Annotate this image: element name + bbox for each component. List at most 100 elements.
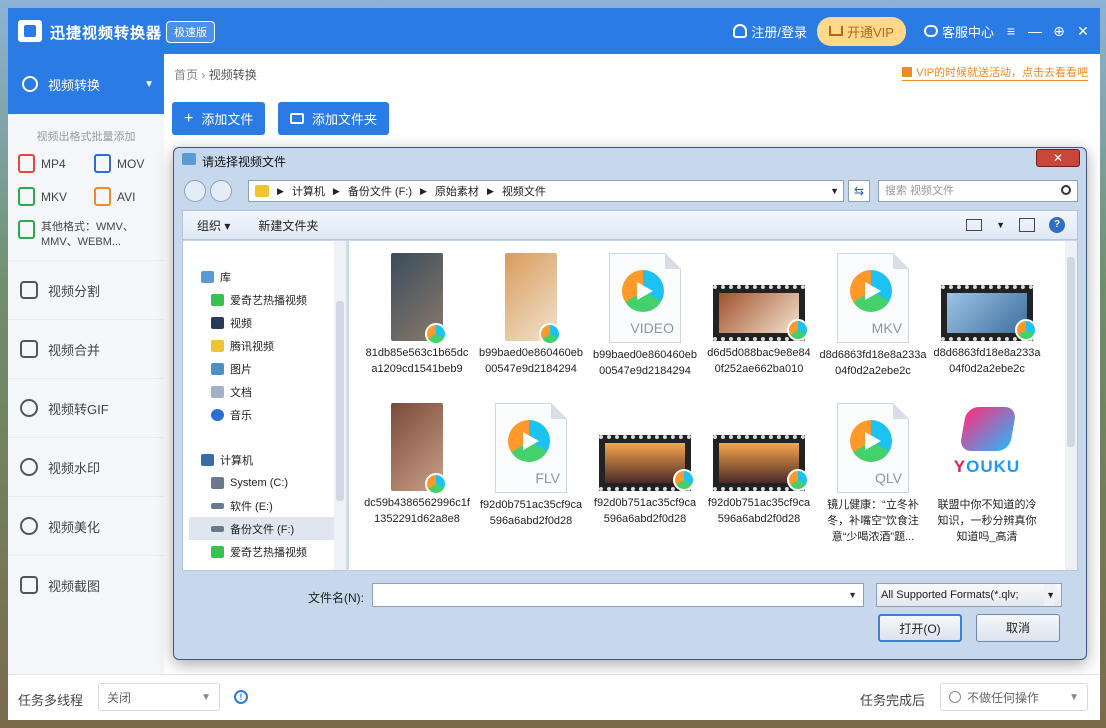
info-icon[interactable]: ! xyxy=(234,690,248,704)
tree-item[interactable]: 音乐 xyxy=(201,403,339,426)
format-other[interactable]: 其他格式：WMV、MMV、WEBM... xyxy=(8,206,164,260)
maximize-icon[interactable]: ⊕ xyxy=(1052,23,1066,40)
path-segment[interactable]: 备份文件 (F:) xyxy=(348,183,412,199)
tree-label: 音乐 xyxy=(230,409,252,422)
file-name: f92d0b751ac35cf9ca596a6abd2f0d28 xyxy=(707,497,811,525)
tree-library[interactable]: 库 xyxy=(201,265,339,288)
file-item[interactable]: d6d5d088bac9e8e840f252ae662ba010 xyxy=(705,253,813,377)
forward-button[interactable] xyxy=(210,180,232,202)
login-link[interactable]: 注册/登录 xyxy=(733,22,807,41)
view-mode-icon[interactable] xyxy=(966,219,983,231)
file-name: f92d0b751ac35cf9ca596a6abd2f0d28 xyxy=(479,499,583,527)
crown-icon xyxy=(829,26,844,36)
avi-icon xyxy=(94,187,111,206)
file-name: 镜儿健康：“立冬补冬，补嘴空”饮食注意“少喝浓酒”题... xyxy=(827,499,919,543)
tree-computer[interactable]: 计算机 xyxy=(201,448,339,471)
tree-label: 视频 xyxy=(230,317,252,330)
sidebar-item-label: 视频分割 xyxy=(48,283,101,299)
beautify-icon xyxy=(20,517,38,535)
tree-item[interactable]: 图片 xyxy=(201,357,339,380)
path-segment[interactable]: 原始素材 xyxy=(435,183,479,199)
file-item[interactable]: f92d0b751ac35cf9ca596a6abd2f0d28 xyxy=(705,403,813,527)
back-button[interactable] xyxy=(184,180,206,202)
tree-item[interactable]: 爱奇艺热播视频 xyxy=(201,288,339,311)
minimize-icon[interactable]: — xyxy=(1028,23,1042,39)
filename-input[interactable]: ▼ xyxy=(372,583,864,607)
file-item[interactable]: b99baed0e860460eb00547e9d2184294 xyxy=(477,253,585,377)
tree-label: 文档 xyxy=(230,386,252,399)
sidebar-item-merge[interactable]: 视频合并 xyxy=(8,319,164,378)
refresh-button[interactable]: ⇆ xyxy=(848,180,870,202)
path-segment[interactable]: 视频文件 xyxy=(502,183,546,199)
computer-icon xyxy=(201,453,214,466)
chevron-down-icon[interactable]: ▼ xyxy=(848,590,857,600)
file-list-scrollbar[interactable] xyxy=(1065,241,1077,570)
file-item[interactable]: dc59b4386562996c1f1352291d62a8e8 xyxy=(363,403,471,527)
file-item[interactable]: 81db85e563c1b65dca1209cd1541beb9 xyxy=(363,253,471,377)
tree-item[interactable]: 软件 (E:) xyxy=(201,494,339,517)
dialog-toolbar: 组织 ▾ 新建文件夹 ▼ ? xyxy=(182,210,1078,240)
tree-item[interactable]: 文档 xyxy=(201,380,339,403)
file-name: 联盟中你不知道的冷知识，一秒分辨真你知道吗_高清 xyxy=(937,499,1037,543)
sidebar-item-split[interactable]: 视频分割 xyxy=(8,260,164,319)
sidebar-item-beautify[interactable]: 视频美化 xyxy=(8,496,164,555)
file-item[interactable]: FLV f92d0b751ac35cf9ca596a6abd2f0d28 xyxy=(477,403,585,529)
sidebar-item-video-convert[interactable]: 视频转换 ▼ xyxy=(8,54,164,114)
new-folder-button[interactable]: 新建文件夹 xyxy=(258,217,318,234)
path-segment[interactable]: 计算机 xyxy=(292,183,325,199)
menu-icon[interactable]: ≡ xyxy=(1004,23,1018,39)
close-icon[interactable]: ✕ xyxy=(1076,23,1090,40)
sidebar-item-watermark[interactable]: 视频水印 xyxy=(8,437,164,496)
file-item[interactable]: YOUKU 联盟中你不知道的冷知识，一秒分辨真你知道吗_高清 xyxy=(933,403,1041,545)
preview-pane-icon[interactable] xyxy=(1019,218,1035,232)
player-badge-icon xyxy=(539,323,561,345)
open-button[interactable]: 打开(O) xyxy=(878,614,962,642)
add-file-button[interactable]: + 添加文件 xyxy=(172,102,266,135)
format-mp4[interactable]: MP4 xyxy=(18,154,94,173)
after-complete-value: 不做任何操作 xyxy=(967,690,1040,705)
tree-item[interactable]: 爱奇艺热播视频 xyxy=(201,540,339,563)
tree-item[interactable]: System (C:) xyxy=(201,471,339,494)
multithread-select[interactable]: 关闭 ▼ xyxy=(98,683,220,711)
file-item[interactable]: MKV d8d6863fd18e8a233a04f0d2a2ebe2c xyxy=(819,253,927,379)
title-bar: 迅捷视频转换器 极速版 注册/登录 开通VIP 客服中心 ≡ — ⊕ ✕ xyxy=(8,8,1100,54)
file-type-filter[interactable]: All Supported Formats(*.qlv; ▼ xyxy=(876,583,1062,607)
cancel-button[interactable]: 取消 xyxy=(976,614,1060,642)
chevron-down-icon[interactable]: ▼ xyxy=(996,220,1005,230)
format-avi[interactable]: AVI xyxy=(94,187,170,206)
add-folder-button[interactable]: 添加文件夹 xyxy=(278,102,390,135)
caret-down-icon: ▼ xyxy=(144,78,154,90)
address-bar[interactable]: ▶ 计算机 ▶ 备份文件 (F:) ▶ 原始素材 ▶ 视频文件 ▼ xyxy=(248,180,844,202)
app-logo xyxy=(18,20,42,42)
file-item[interactable]: QLV 镜儿健康：“立冬补冬，补嘴空”饮食注意“少喝浓酒”题... xyxy=(819,403,927,545)
help-icon[interactable]: ? xyxy=(1049,217,1065,233)
chevron-down-icon[interactable]: ▼ xyxy=(830,186,839,196)
tree-item[interactable]: 腾讯视频 xyxy=(201,334,339,357)
file-item[interactable]: f92d0b751ac35cf9ca596a6abd2f0d28 xyxy=(591,403,699,527)
sidebar-item-gif[interactable]: 视频转GIF xyxy=(8,378,164,437)
service-center-link[interactable]: 客服中心 xyxy=(923,22,994,41)
tree-label: 软件 (E:) xyxy=(230,500,273,513)
file-list: 81db85e563c1b65dca1209cd1541beb9 b99baed… xyxy=(349,241,1078,571)
format-label: MKV xyxy=(41,189,68,204)
login-label: 注册/登录 xyxy=(751,24,808,40)
organize-menu[interactable]: 组织 ▾ xyxy=(197,217,230,234)
tree-scrollbar[interactable] xyxy=(334,241,346,570)
sidebar: 视频转换 ▼ 视频出格式批量添加 MP4 MOV MKV AVI 其他格式：WM… xyxy=(8,54,164,674)
breadcrumb-home[interactable]: 首页 xyxy=(174,68,198,82)
file-item[interactable]: d8d6863fd18e8a233a04f0d2a2ebe2c xyxy=(933,253,1041,377)
dialog-close-button[interactable]: ✕ xyxy=(1036,149,1080,167)
vip-button[interactable]: 开通VIP xyxy=(817,16,906,46)
format-mov[interactable]: MOV xyxy=(94,154,170,173)
promo-link[interactable]: VIP的时候就送活动，点击去看看吧 xyxy=(902,64,1088,81)
file-name: d6d5d088bac9e8e840f252ae662ba010 xyxy=(707,347,811,375)
file-name: dc59b4386562996c1f1352291d62a8e8 xyxy=(364,497,470,525)
format-mkv[interactable]: MKV xyxy=(18,187,94,206)
search-input[interactable]: 搜索 视频文件 xyxy=(878,180,1078,202)
breadcrumb-separator: › xyxy=(201,68,209,82)
sidebar-item-screenshot[interactable]: 视频截图 xyxy=(8,555,164,614)
after-complete-select[interactable]: 不做任何操作 ▼ xyxy=(940,683,1088,711)
tree-item-selected[interactable]: 备份文件 (F:) xyxy=(189,517,339,540)
file-item[interactable]: VIDEO b99baed0e860460eb00547e9d2184294 xyxy=(591,253,699,379)
tree-item[interactable]: 视频 xyxy=(201,311,339,334)
